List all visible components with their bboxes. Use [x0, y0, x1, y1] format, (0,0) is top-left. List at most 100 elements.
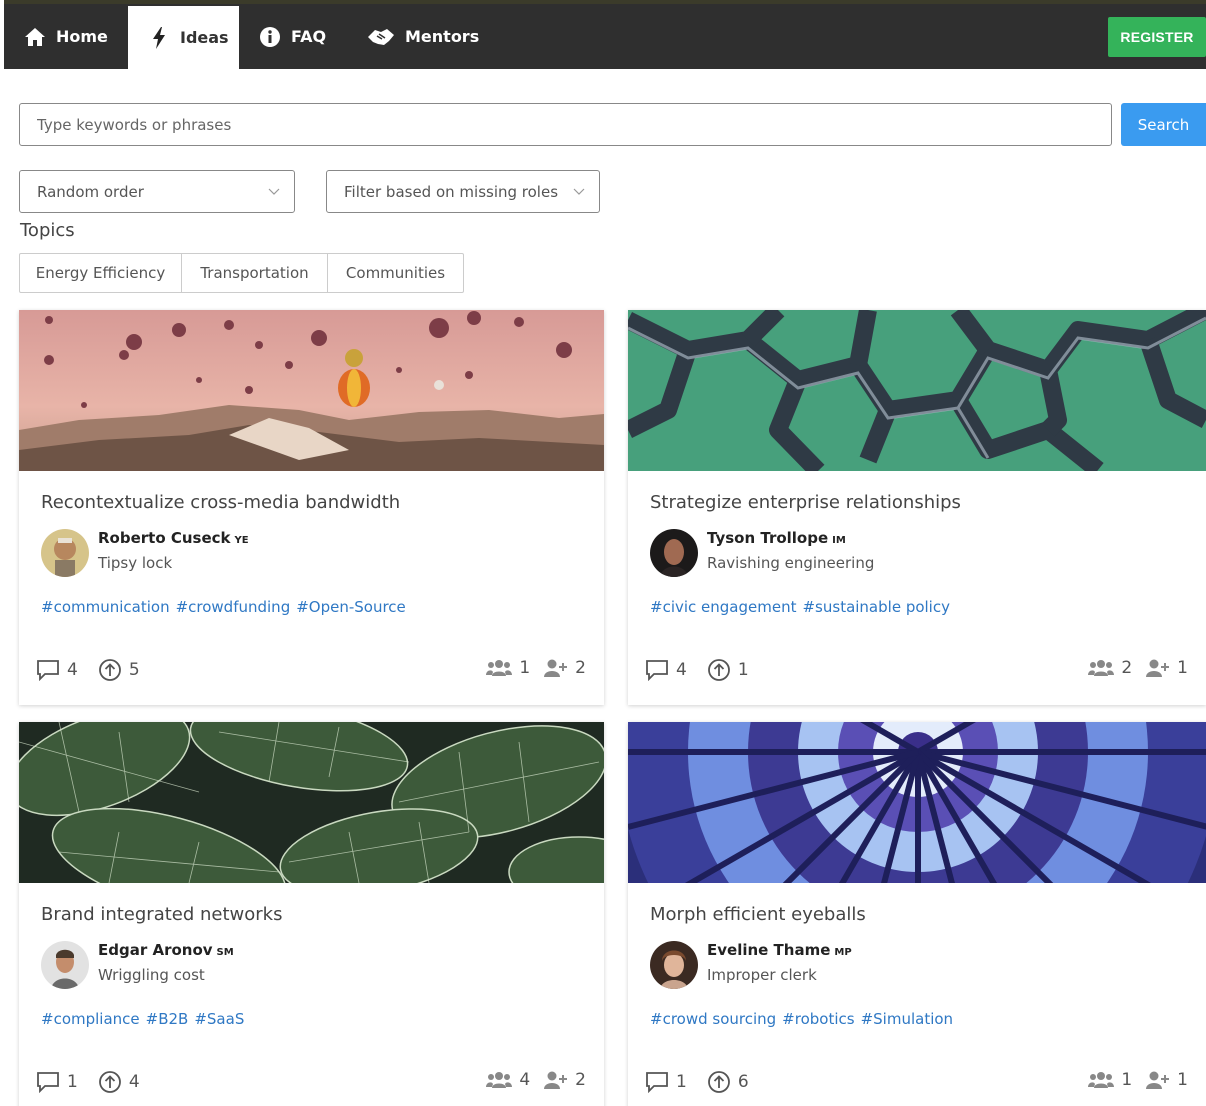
card-title[interactable]: Strategize enterprise relationships [650, 492, 961, 513]
upvote-count[interactable]: 6 [707, 1070, 749, 1094]
card-title[interactable]: Brand integrated networks [41, 904, 283, 925]
nav-item-ideas[interactable]: Ideas [128, 6, 239, 69]
author-initials: SM [216, 947, 234, 958]
author-name-text: Tyson Trollope [707, 529, 829, 547]
author-role: Improper clerk [707, 966, 817, 984]
open-roles-value: 2 [575, 658, 586, 678]
nav-label-home: Home [56, 27, 108, 46]
card-image [628, 722, 1206, 883]
card-stats-left: 4 1 [645, 658, 769, 682]
avatar[interactable] [41, 941, 89, 989]
tag-link[interactable]: #civic engagement [650, 598, 796, 616]
upvote-count[interactable]: 1 [707, 658, 749, 682]
idea-card[interactable]: Brand integrated networks Edgar Aronov SM… [19, 722, 604, 1106]
upvote-count-value: 5 [128, 660, 140, 680]
roles-select-value: Filter based on missing roles [344, 182, 559, 201]
author-initials: MP [834, 947, 852, 958]
team-count-value: 2 [1121, 658, 1133, 678]
tag-link[interactable]: #Simulation [861, 1010, 953, 1028]
nav-label-mentors: Mentors [405, 27, 480, 46]
search-input[interactable] [19, 103, 1112, 146]
card-stats-right: 2 1 [1074, 658, 1188, 678]
comment-count[interactable]: 4 [36, 659, 78, 681]
author-role: Ravishing engineering [707, 554, 875, 572]
card-stats-right: 4 2 [472, 1070, 586, 1090]
tag-link[interactable]: #sustainable policy [802, 598, 950, 616]
idea-card[interactable]: Morph efficient eyeballs Eveline Thame MP… [628, 722, 1206, 1106]
comment-count[interactable]: 1 [36, 1071, 78, 1093]
upvote-icon [98, 1071, 121, 1093]
missing-roles-select[interactable]: Filter based on missing roles [326, 170, 600, 213]
idea-card[interactable]: Strategize enterprise relationships Tyso… [628, 310, 1206, 705]
comment-icon [646, 1072, 668, 1093]
avatar[interactable] [650, 941, 698, 989]
tag-link[interactable]: #crowd sourcing [650, 1010, 776, 1028]
open-roles-count: 1 [1146, 658, 1188, 678]
topic-transportation[interactable]: Transportation [182, 254, 328, 292]
upvote-icon [707, 1071, 730, 1093]
card-title[interactable]: Recontextualize cross-media bandwidth [41, 492, 400, 513]
comment-icon [646, 660, 668, 681]
idea-card[interactable]: Recontextualize cross-media bandwidth Ro… [19, 310, 604, 705]
avatar[interactable] [650, 529, 698, 577]
add-user-icon [544, 659, 568, 677]
comment-count-value: 4 [676, 660, 687, 680]
order-select[interactable]: Random order [19, 170, 295, 213]
team-count: 2 [1088, 658, 1132, 678]
tag-link[interactable]: #Open-Source [296, 598, 406, 616]
author-name[interactable]: Edgar Aronov SM [98, 941, 234, 959]
card-title[interactable]: Morph efficient eyeballs [650, 904, 866, 925]
comment-count[interactable]: 4 [645, 659, 687, 681]
upvote-count[interactable]: 4 [98, 1070, 140, 1094]
author-name[interactable]: Tyson Trollope IM [707, 529, 846, 547]
open-roles-value: 1 [1177, 658, 1188, 678]
card-stats-right: 1 2 [472, 658, 586, 678]
upvote-count-value: 1 [737, 660, 749, 680]
author-name-text: Eveline Thame [707, 941, 831, 959]
comment-icon [37, 660, 59, 681]
card-image [628, 310, 1206, 471]
comment-count[interactable]: 1 [645, 1071, 687, 1093]
tag-link[interactable]: #B2B [146, 1010, 189, 1028]
upvote-icon [707, 659, 730, 681]
top-navbar: Home Ideas FAQ Mentors REGISTER [4, 0, 1206, 69]
team-count: 1 [486, 658, 530, 678]
nav-item-faq[interactable]: FAQ [239, 4, 339, 69]
comment-count-value: 1 [67, 1072, 78, 1092]
comment-icon [37, 1072, 59, 1093]
comment-count-value: 4 [67, 660, 78, 680]
card-stats-left: 1 6 [645, 1070, 769, 1094]
team-count: 1 [1088, 1070, 1132, 1090]
upvote-count-value: 4 [128, 1072, 140, 1092]
tag-list: #crowd sourcing #robotics #Simulation [650, 1010, 959, 1028]
topic-energy-efficiency[interactable]: Energy Efficiency [20, 254, 182, 292]
avatar[interactable] [41, 529, 89, 577]
open-roles-count: 2 [544, 1070, 586, 1090]
tag-link[interactable]: #SaaS [194, 1010, 244, 1028]
tag-link[interactable]: #crowdfunding [176, 598, 291, 616]
nav-item-mentors[interactable]: Mentors [349, 4, 489, 69]
tag-list: #compliance #B2B #SaaS [41, 1010, 250, 1028]
author-name[interactable]: Eveline Thame MP [707, 941, 852, 959]
card-image [19, 722, 604, 883]
topic-communities[interactable]: Communities [328, 254, 463, 292]
author-initials: IM [832, 535, 846, 546]
nav-item-home[interactable]: Home [4, 4, 128, 69]
author-name-text: Edgar Aronov [98, 941, 213, 959]
card-image [19, 310, 604, 471]
tag-list: #civic engagement #sustainable policy [650, 598, 956, 616]
author-name[interactable]: Roberto Cuseck YE [98, 529, 249, 547]
open-roles-value: 2 [575, 1070, 586, 1090]
author-name-text: Roberto Cuseck [98, 529, 231, 547]
team-icon [486, 1072, 513, 1088]
tag-link[interactable]: #communication [41, 598, 170, 616]
tag-link[interactable]: #robotics [782, 1010, 854, 1028]
tag-link[interactable]: #compliance [41, 1010, 140, 1028]
card-stats-left: 1 4 [36, 1070, 160, 1094]
open-roles-value: 1 [1177, 1070, 1188, 1090]
upvote-count[interactable]: 5 [98, 658, 140, 682]
author-role: Wriggling cost [98, 966, 205, 984]
search-button[interactable]: Search [1121, 103, 1206, 146]
team-count-value: 4 [519, 1070, 531, 1090]
register-button[interactable]: REGISTER [1108, 17, 1206, 57]
